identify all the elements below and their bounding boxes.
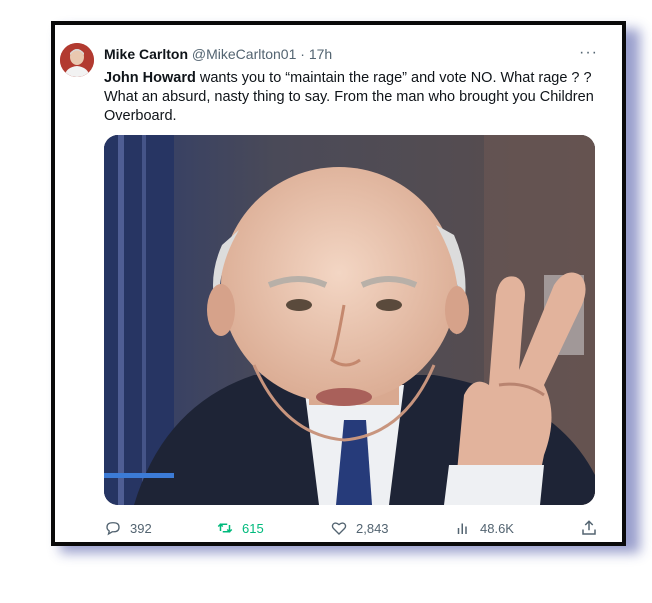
tweet-header: Mike Carlton @MikeCarlton01 · 17h [104, 46, 332, 62]
share-icon [582, 520, 596, 535]
reply-button[interactable]: 392 [104, 519, 152, 537]
tweet-text: John Howard wants you to “maintain the r… [104, 69, 624, 126]
reply-count: 392 [130, 520, 152, 536]
views-count: 48.6K [480, 520, 514, 536]
avatar-image [60, 43, 94, 77]
user-handle[interactable]: @MikeCarlton01 [192, 46, 296, 62]
photo-man-gesturing [104, 135, 595, 505]
mention-john-howard: John Howard [104, 70, 196, 86]
like-count: 2,843 [356, 520, 389, 536]
display-name[interactable]: Mike Carlton [104, 46, 188, 62]
like-button[interactable]: 2,843 [330, 519, 389, 537]
retweet-count: 615 [242, 520, 264, 536]
avatar[interactable] [60, 43, 94, 77]
reply-icon [106, 522, 120, 536]
retweet-button[interactable]: 615 [216, 519, 264, 537]
share-button[interactable] [580, 519, 606, 537]
separator-dot: · [300, 46, 305, 62]
timestamp[interactable]: 17h [309, 46, 332, 62]
tweet-card[interactable]: Mike Carlton @MikeCarlton01 · 17h ··· Jo… [51, 21, 626, 546]
views-icon [457, 523, 467, 534]
screenshot-stage: Mike Carlton @MikeCarlton01 · 17h ··· Jo… [0, 0, 652, 603]
heart-icon [331, 522, 347, 535]
retweet-icon [217, 523, 233, 533]
action-bar: 392 615 2,843 48.6K [104, 519, 604, 539]
more-icon[interactable]: ··· [579, 44, 598, 62]
views-button[interactable]: 48.6K [454, 519, 514, 537]
tweet-photo[interactable] [104, 135, 595, 505]
